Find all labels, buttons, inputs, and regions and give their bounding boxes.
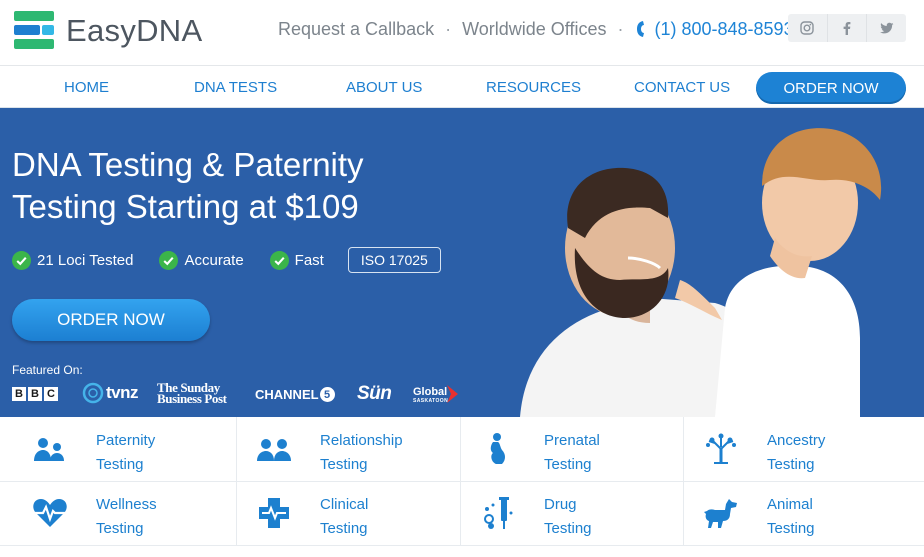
tree-icon	[706, 433, 736, 464]
test-label: Ancestry Testing	[767, 432, 826, 473]
tvnz-logo: tvnz	[82, 382, 139, 404]
press-logos: B B C tvnz The Sunday Business Post CHAN…	[12, 380, 472, 408]
channel-text: CHANNEL	[255, 387, 319, 402]
top-links: Request a Callback · Worldwide Offices ·…	[278, 17, 794, 41]
phone-number: (1) 800-848-8593	[654, 18, 794, 39]
global-mark-icon	[447, 385, 458, 403]
test-label: Relationship Testing	[320, 432, 403, 473]
hero-banner: DNA Testing & Paternity Testing Starting…	[0, 108, 924, 417]
family-icon	[257, 439, 291, 461]
animal-testing-link[interactable]: Animal Testing	[683, 481, 907, 545]
channel-5-logo: CHANNEL 5	[255, 387, 335, 402]
nav-order-now-button[interactable]: ORDER NOW	[756, 72, 906, 104]
separator: ·	[617, 18, 624, 39]
tvnz-text: tvnz	[106, 383, 139, 402]
nav-contact-us[interactable]: CONTACT US	[634, 79, 730, 96]
parent-child-icon	[34, 438, 64, 461]
nav-dna-tests[interactable]: DNA TESTS	[194, 79, 277, 96]
global-logo: Global SASKATOON	[413, 387, 449, 406]
ancestry-testing-link[interactable]: Ancestry Testing	[683, 417, 907, 481]
logo[interactable]: EasyDNA	[14, 8, 202, 54]
pregnancy-icon	[490, 433, 505, 464]
instagram-link[interactable]	[788, 14, 828, 42]
feature-label: 21 Loci Tested	[37, 251, 134, 269]
test-label: Animal Testing	[767, 496, 815, 537]
iso-badge: ISO 17025	[347, 247, 441, 273]
paternity-testing-link[interactable]: Paternity Testing	[12, 417, 236, 481]
clinical-testing-link[interactable]: Clinical Testing	[236, 481, 460, 545]
bbc-logo: B B C	[12, 387, 60, 401]
wellness-testing-link[interactable]: Wellness Testing	[12, 481, 236, 545]
heartbeat-icon	[33, 499, 67, 527]
request-callback-link[interactable]: Request a Callback	[278, 19, 434, 40]
top-bar: EasyDNA Request a Callback · Worldwide O…	[0, 0, 924, 66]
facebook-link[interactable]	[828, 14, 868, 42]
nav-resources[interactable]: RESOURCES	[486, 79, 581, 96]
father-son-photo	[520, 128, 882, 417]
facebook-icon	[843, 22, 851, 35]
check-circle-icon	[12, 250, 31, 270]
tvnz-ring-icon	[82, 382, 104, 404]
test-label: Wellness Testing	[96, 496, 157, 537]
test-label: Paternity Testing	[96, 432, 156, 473]
test-label: Prenatal Testing	[544, 432, 600, 473]
worldwide-offices-link[interactable]: Worldwide Offices	[462, 19, 606, 40]
twitter-link[interactable]	[867, 14, 906, 42]
check-circle-icon	[159, 250, 179, 270]
social-links	[788, 14, 906, 42]
nav-home[interactable]: HOME	[64, 79, 109, 96]
test-label: Clinical Testing	[320, 496, 369, 537]
check-circle-icon	[269, 250, 289, 270]
feature-label: Fast	[294, 251, 324, 269]
test-label: Drug Testing	[544, 496, 592, 537]
the-sun-logo: Sün	[357, 383, 392, 404]
hero-features: 21 Loci Tested Accurate Fast ISO 17025	[12, 247, 441, 273]
bbc-letter: B	[28, 387, 42, 401]
business-post-line: Business Post	[157, 391, 227, 406]
pills-syringe-icon	[484, 497, 513, 529]
featured-on-label: Featured On:	[12, 363, 83, 377]
hero-title: DNA Testing & Paternity Testing Starting…	[12, 146, 364, 225]
logo-mark-icon	[14, 11, 54, 51]
dog-icon	[704, 499, 737, 528]
feature-item: 21 Loci Tested	[12, 250, 134, 270]
hero-order-now-button[interactable]: ORDER NOW	[12, 299, 210, 341]
global-subtext: SASKATOON	[413, 398, 449, 404]
logo-text: EasyDNA	[66, 13, 203, 48]
feature-item: Accurate	[159, 250, 244, 270]
nav-about-us[interactable]: ABOUT US	[346, 79, 422, 96]
bbc-letter: B	[12, 387, 26, 401]
sunday-business-post-logo: The Sunday Business Post	[157, 381, 227, 406]
channel-number: 5	[319, 387, 335, 402]
feature-label: Accurate	[184, 251, 244, 269]
phone-icon	[637, 21, 645, 37]
page: EasyDNA Request a Callback · Worldwide O…	[0, 0, 924, 557]
medical-cross-icon	[259, 498, 289, 528]
instagram-icon	[800, 21, 815, 35]
feature-item: Fast	[269, 250, 324, 270]
relationship-testing-link[interactable]: Relationship Testing	[236, 417, 460, 481]
bbc-letter: C	[44, 387, 58, 401]
test-categories: Paternity Testing Relationship Testing Pre…	[0, 417, 924, 557]
drug-testing-link[interactable]: Drug Testing	[460, 481, 684, 545]
prenatal-testing-link[interactable]: Prenatal Testing	[460, 417, 684, 481]
twitter-icon	[879, 22, 894, 34]
separator: ·	[445, 18, 452, 39]
phone-link[interactable]: (1) 800-848-8593	[634, 18, 794, 40]
